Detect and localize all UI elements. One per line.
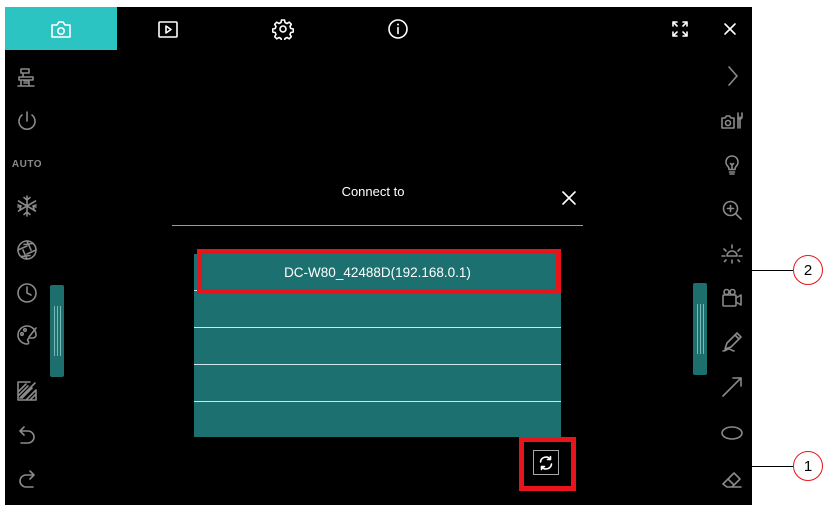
aperture-button[interactable] (13, 236, 41, 264)
playback-icon (158, 20, 178, 38)
left-panel-handle[interactable] (50, 285, 64, 377)
device-row[interactable] (194, 401, 561, 438)
brightness-button[interactable] (718, 240, 746, 268)
top-bar (5, 7, 752, 50)
annotate-icon (17, 381, 37, 401)
right-panel-handle[interactable] (693, 283, 707, 375)
camera-settings-button[interactable] (718, 107, 746, 135)
ellipse-button[interactable] (718, 419, 746, 447)
device-row[interactable] (194, 290, 561, 327)
device-name (194, 402, 561, 438)
aperture-icon (17, 240, 37, 260)
freeze-icon (17, 195, 37, 217)
callout-line-2 (561, 270, 793, 271)
camera-settings-icon (721, 112, 743, 129)
device-name (194, 328, 561, 364)
lamp-button[interactable] (718, 151, 746, 179)
power-button[interactable] (13, 107, 41, 135)
power-icon (18, 111, 36, 130)
device-highlight-box (197, 249, 561, 294)
settings-icon (272, 18, 294, 40)
device-name (194, 365, 561, 401)
zoom-icon (722, 200, 742, 220)
record-button[interactable] (718, 284, 746, 312)
collapse-toolbar-button[interactable] (718, 62, 746, 90)
pen-button[interactable] (718, 328, 746, 356)
line-button[interactable] (718, 373, 746, 401)
auto-button[interactable]: AUTO (11, 150, 43, 178)
line-icon (722, 377, 742, 397)
device-row[interactable] (194, 327, 561, 364)
dialog-divider (172, 225, 583, 226)
undo-button[interactable] (13, 421, 41, 449)
record-icon (722, 288, 742, 307)
visualizer-icon (17, 68, 35, 87)
camera-icon (51, 20, 71, 38)
device-row[interactable] (194, 364, 561, 401)
palette-icon (17, 325, 37, 345)
timer-button[interactable] (13, 279, 41, 307)
auto-label: AUTO (11, 158, 43, 170)
close-app-button[interactable] (717, 7, 743, 50)
timer-icon (17, 283, 37, 303)
info-tab[interactable] (378, 7, 418, 50)
refresh-highlight-box (519, 437, 576, 491)
camera-tab[interactable] (5, 7, 117, 50)
ellipse-icon (721, 426, 743, 440)
settings-tab[interactable] (263, 7, 303, 50)
dialog-title: Connect to (341, 184, 405, 199)
close-icon (562, 191, 576, 205)
device-name (194, 291, 561, 327)
pen-icon (722, 332, 742, 352)
info-icon (388, 18, 408, 39)
collapse-arrow-icon (728, 66, 738, 86)
callout-number-2: 2 (793, 255, 823, 285)
callout-number-1: 1 (793, 451, 823, 481)
undo-icon (19, 426, 35, 444)
dialog-close-button[interactable] (559, 188, 579, 208)
visualizer-button[interactable] (13, 64, 41, 92)
zoom-button[interactable] (718, 196, 746, 224)
redo-button[interactable] (13, 465, 41, 493)
palette-button[interactable] (13, 321, 41, 349)
playback-tab[interactable] (148, 7, 188, 50)
close-icon (724, 22, 736, 35)
annotate-button[interactable] (13, 377, 41, 405)
lamp-icon (725, 155, 739, 175)
fullscreen-button[interactable] (665, 7, 695, 50)
fullscreen-icon (672, 20, 688, 37)
eraser-button[interactable] (718, 465, 746, 493)
freeze-button[interactable] (13, 192, 41, 220)
callout-line-1 (576, 466, 793, 467)
redo-icon (19, 470, 35, 488)
eraser-icon (722, 472, 742, 488)
brightness-icon (721, 244, 743, 264)
